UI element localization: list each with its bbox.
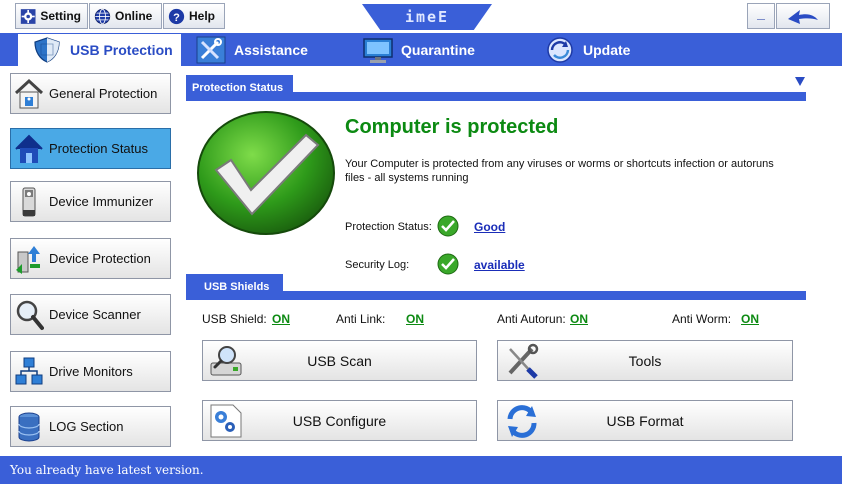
anti-worm-label: Anti Worm: [672,312,732,326]
sidebar-item-drive-monitors[interactable]: Drive Monitors [10,351,171,392]
refresh-arrows-icon [507,405,537,438]
minimize-button[interactable]: _ [747,3,775,29]
update-globe-icon [547,37,573,63]
usb-shield-label: USB Shield: [202,312,267,326]
sidebar-item-label: LOG Section [49,419,124,434]
magnifier-icon [16,300,44,330]
sidebar-item-general-protection[interactable]: General Protection [10,73,171,114]
sidebar: General Protection Protection Status Dev… [0,66,180,456]
usb-scan-icon [210,346,242,376]
tab-assistance-label: Assistance [234,42,308,58]
usb-drive-icon [22,187,36,216]
setting-button[interactable]: Setting [15,3,88,29]
tab-quarantine-label: Quarantine [401,42,475,58]
globe-icon [94,8,111,24]
tab-update[interactable]: Update [545,34,665,66]
status-check-icon [437,215,459,237]
logo-text: imeE [404,8,450,26]
sidebar-item-label: Device Scanner [49,307,141,322]
monitor-icon [363,38,393,63]
scrollbar[interactable] [822,66,842,456]
shield-icon [34,37,60,63]
section-title: USB Shields [186,274,284,300]
house-icon [15,134,43,163]
protection-description: Your Computer is protected from any viru… [345,158,774,184]
sidebar-item-label: General Protection [49,86,158,101]
security-log-link[interactable]: available [474,258,525,272]
configure-gears-icon [210,404,242,438]
help-label: Help [189,9,216,23]
close-icon [788,10,818,24]
usb-shields-header: USB Shields [186,274,806,300]
minimize-label: _ [757,5,765,21]
anti-autorun-toggle[interactable]: ON [570,312,588,326]
anti-link-toggle[interactable]: ON [406,312,424,326]
database-icon [18,412,40,441]
svg-text:?: ? [173,11,180,23]
security-log-label: Security Log: [345,259,410,271]
setting-label: Setting [40,9,81,23]
help-button[interactable]: ? Help [163,3,225,29]
tab-usb-protection-label: USB Protection [70,42,173,58]
usb-arrows-icon [16,245,40,274]
wrench-screwdriver-icon [508,343,539,379]
protection-status-header: Protection Status [186,75,806,101]
gear-icon [20,8,36,24]
tab-update-label: Update [583,42,631,58]
anti-link-label: Anti Link: [336,312,386,326]
house-shield-icon [14,78,44,108]
sidebar-item-device-immunizer[interactable]: Device Immunizer [10,181,171,222]
close-button[interactable] [776,3,830,29]
tools-label: Tools [628,352,662,369]
protection-status-label: Protection Status: [345,221,432,233]
online-button[interactable]: Online [89,3,162,29]
section-title: Protection Status [186,75,294,101]
sidebar-item-device-scanner[interactable]: Device Scanner [10,294,171,335]
usb-format-button[interactable]: USB Format [497,400,793,441]
network-icon [15,357,43,384]
sidebar-item-label: Drive Monitors [49,364,133,379]
sidebar-item-log-section[interactable]: LOG Section [10,406,171,447]
usb-format-label: USB Format [606,412,684,429]
usb-scan-button[interactable]: USB Scan [202,340,477,381]
tab-usb-protection[interactable]: USB Protection [18,34,181,66]
log-check-icon [437,253,459,275]
tools-button[interactable]: Tools [497,340,793,381]
sidebar-item-label: Protection Status [49,141,148,156]
tools-icon [196,36,226,64]
protection-title: Computer is protected [345,116,559,138]
collapse-arrow-icon[interactable] [794,75,806,87]
sidebar-item-protection-status[interactable]: Protection Status [10,128,171,169]
protection-status-link[interactable]: Good [474,220,505,234]
anti-worm-toggle[interactable]: ON [741,312,759,326]
tab-quarantine[interactable]: Quarantine [363,34,493,66]
anti-autorun-label: Anti Autorun: [497,312,566,326]
tab-assistance[interactable]: Assistance [196,34,326,66]
help-icon: ? [168,8,185,24]
status-bar: You already have latest version. [0,456,842,484]
sidebar-item-device-protection[interactable]: Device Protection [10,238,171,279]
protected-check-icon [197,111,335,235]
top-bar: Setting Online ? Help imeE _ [0,0,842,33]
usb-configure-button[interactable]: USB Configure [202,400,477,441]
sidebar-item-label: Device Protection [49,251,151,266]
status-message: You already have latest version. [10,463,204,477]
app-logo: imeE [362,4,492,30]
usb-shield-toggle[interactable]: ON [272,312,290,326]
online-label: Online [115,9,153,23]
sidebar-item-label: Device Immunizer [49,194,154,209]
